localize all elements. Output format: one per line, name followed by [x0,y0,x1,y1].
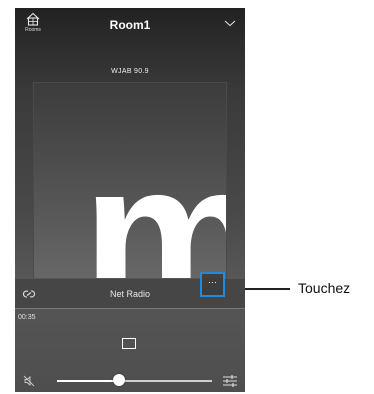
album-artwork: m [33,82,227,278]
elapsed-time: 00:35 [18,314,36,321]
rooms-button[interactable]: Rooms [21,11,45,37]
callout-line [245,288,290,290]
equalizer-button[interactable] [222,374,238,388]
link-icon [22,290,36,298]
speaker-muted-icon [23,375,35,387]
equalizer-icon [223,375,237,387]
artwork-logo: m [82,131,226,279]
ellipsis-icon: ··· [208,277,217,287]
room-title: Room1 [109,18,151,32]
mute-button[interactable] [23,374,35,387]
app-screen: Rooms Room1 WJAB 90.9 m Net Radio 00:35 [15,8,245,392]
callout-label: Touchez [298,280,351,296]
volume-slider-thumb[interactable] [113,374,125,386]
app-header: Rooms Room1 [15,8,245,38]
volume-slider-fill [57,380,119,382]
house-icon [26,12,40,26]
chevron-down-icon [224,20,236,27]
station-name: WJAB 90.9 [111,68,149,75]
link-button[interactable] [21,287,37,301]
stop-button[interactable] [122,338,136,349]
rooms-label: Rooms [25,27,41,33]
volume-slider-track[interactable] [57,380,212,382]
more-options-button[interactable]: ··· [200,272,225,297]
room-selector-chevron[interactable] [223,16,237,28]
